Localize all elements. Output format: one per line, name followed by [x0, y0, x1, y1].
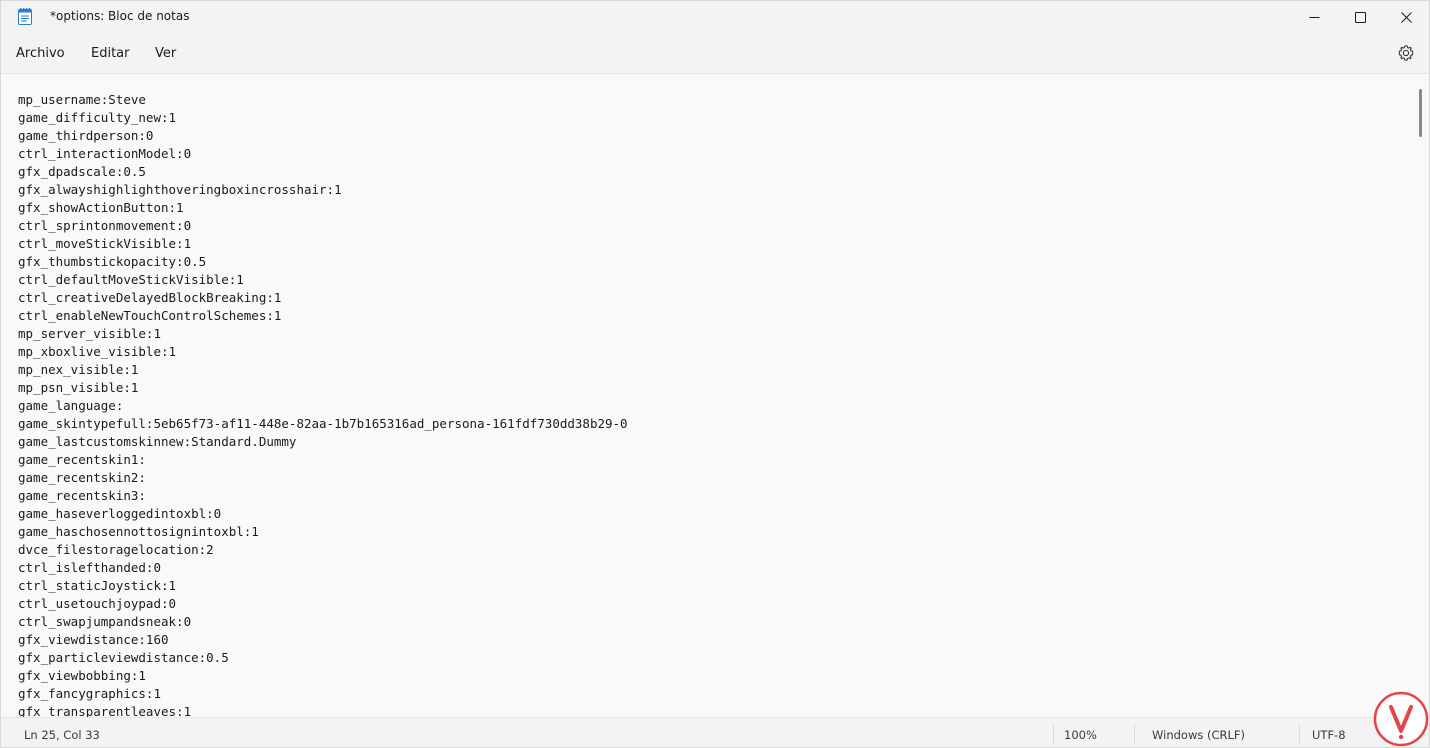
editor-line[interactable]: mp_xboxlive_visible:1 — [18, 343, 628, 361]
editor-line[interactable]: gfx_dpadscale:0.5 — [18, 163, 628, 181]
logo-icon — [1373, 691, 1429, 747]
editor-line[interactable]: ctrl_moveStickVisible:1 — [18, 235, 628, 253]
editor-line[interactable]: ctrl_islefthanded:0 — [18, 559, 628, 577]
editor-line[interactable]: gfx_fancygraphics:1 — [18, 685, 628, 703]
vertical-scrollbar[interactable] — [1419, 89, 1422, 137]
editor-line[interactable]: game_recentskin1: — [18, 451, 628, 469]
encoding[interactable]: UTF-8 — [1312, 728, 1346, 742]
editor-line[interactable]: ctrl_enableNewTouchControlSchemes:1 — [18, 307, 628, 325]
notepad-window: *options: Bloc de notas Archivo Editar V… — [0, 0, 1430, 748]
editor-line[interactable]: dvce_filestoragelocation:2 — [18, 541, 628, 559]
editor-line[interactable]: gfx_showActionButton:1 — [18, 199, 628, 217]
editor-line[interactable]: gfx_alwayshighlighthoveringboxincrosshai… — [18, 181, 628, 199]
gear-icon[interactable] — [1397, 44, 1415, 62]
menu-bar: Archivo Editar Ver — [1, 33, 1429, 73]
menu-editar[interactable]: Editar — [91, 46, 130, 61]
editor-line[interactable]: ctrl_interactionModel:0 — [18, 145, 628, 163]
menu-ver[interactable]: Ver — [155, 46, 176, 61]
text-editor[interactable]: mp_username:Steve game_difficulty_new:1 ga… — [1, 73, 1429, 717]
close-button[interactable] — [1383, 1, 1429, 33]
maximize-icon — [1354, 11, 1366, 23]
status-divider — [1299, 724, 1300, 744]
editor-line[interactable]: mp_server_visible:1 — [18, 325, 628, 343]
minimize-icon — [1309, 12, 1320, 23]
editor-content[interactable]: mp_username:Steve game_difficulty_new:1 ga… — [18, 91, 628, 717]
editor-line[interactable]: game_lastcustomskinnew:Standard.Dummy — [18, 433, 628, 451]
status-divider — [1053, 724, 1054, 744]
editor-line[interactable]: mp_username:Steve — [18, 91, 628, 109]
editor-line[interactable]: mp_nex_visible:1 — [18, 361, 628, 379]
editor-line[interactable]: game_recentskin3: — [18, 487, 628, 505]
menu-archivo[interactable]: Archivo — [16, 46, 65, 61]
editor-line[interactable]: game_skintypefull:5eb65f73-af11-448e-82a… — [18, 415, 628, 433]
editor-line[interactable]: gfx_particleviewdistance:0.5 — [18, 649, 628, 667]
editor-line[interactable]: ctrl_creativeDelayedBlockBreaking:1 — [18, 289, 628, 307]
cursor-position: Ln 25, Col 33 — [24, 728, 100, 742]
window-title: *options: Bloc de notas — [50, 9, 190, 23]
editor-line[interactable]: gfx_transparentleaves:1 — [18, 703, 628, 717]
editor-line[interactable]: game_language: — [18, 397, 628, 415]
status-bar: Ln 25, Col 33 100% Windows (CRLF) UTF-8 — [1, 717, 1429, 747]
editor-line[interactable]: game_haseverloggedintoxbl:0 — [18, 505, 628, 523]
editor-line[interactable]: gfx_viewdistance:160 — [18, 631, 628, 649]
editor-line[interactable]: ctrl_defaultMoveStickVisible:1 — [18, 271, 628, 289]
editor-line[interactable]: gfx_thumbstickopacity:0.5 — [18, 253, 628, 271]
notepad-icon — [18, 8, 32, 25]
close-icon — [1400, 11, 1412, 23]
editor-line[interactable]: mp_psn_visible:1 — [18, 379, 628, 397]
maximize-button[interactable] — [1337, 1, 1383, 33]
editor-line[interactable]: ctrl_swapjumpandsneak:0 — [18, 613, 628, 631]
zoom-level[interactable]: 100% — [1064, 728, 1097, 742]
editor-line[interactable]: ctrl_sprintonmovement:0 — [18, 217, 628, 235]
minimize-button[interactable] — [1291, 1, 1337, 33]
editor-line[interactable]: game_recentskin2: — [18, 469, 628, 487]
line-ending[interactable]: Windows (CRLF) — [1152, 728, 1245, 742]
editor-line[interactable]: game_difficulty_new:1 — [18, 109, 628, 127]
editor-line[interactable]: gfx_viewbobbing:1 — [18, 667, 628, 685]
editor-line[interactable]: game_thirdperson:0 — [18, 127, 628, 145]
editor-line[interactable]: game_haschosennottosignintoxbl:1 — [18, 523, 628, 541]
editor-line[interactable]: ctrl_usetouchjoypad:0 — [18, 595, 628, 613]
editor-line[interactable]: ctrl_staticJoystick:1 — [18, 577, 628, 595]
status-divider — [1134, 724, 1135, 744]
title-bar[interactable]: *options: Bloc de notas — [1, 1, 1429, 33]
